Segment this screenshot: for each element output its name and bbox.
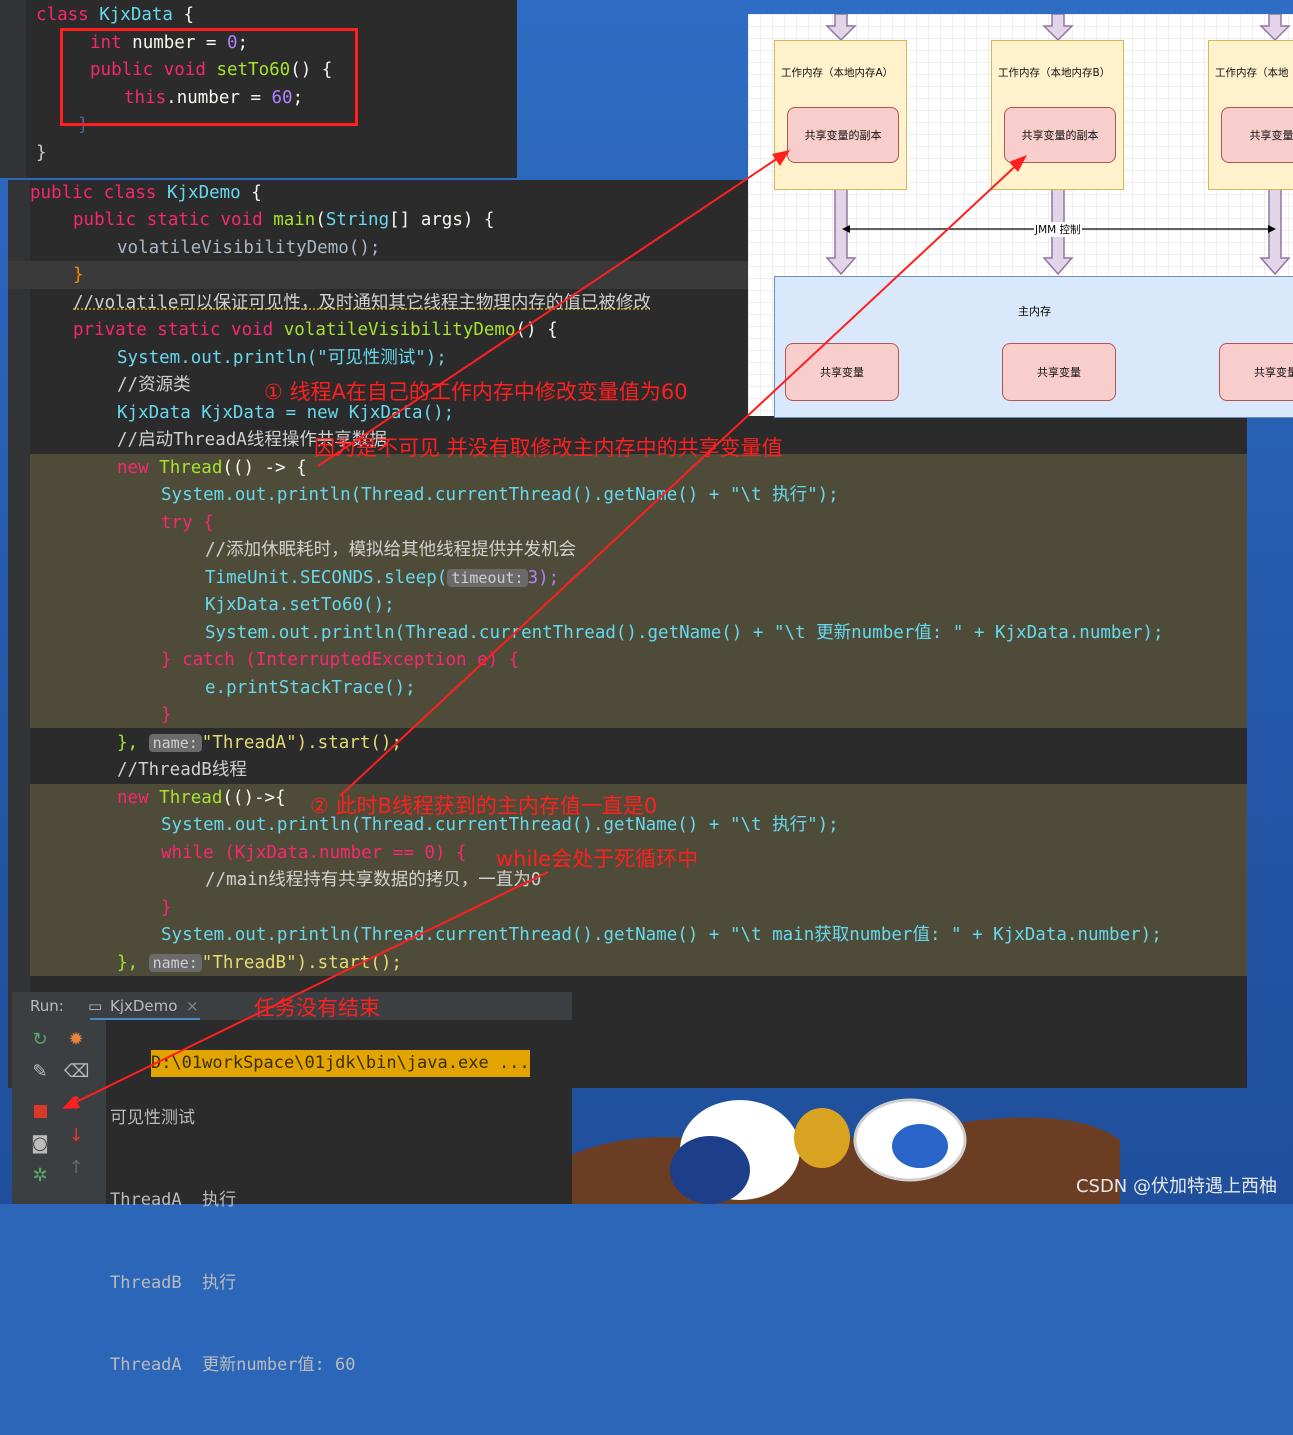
annotation-not-visible: 因为是不可见 并没有取修改主内存中的共享变量值 [314, 436, 783, 460]
console-line: ThreadB 执行 [110, 1272, 237, 1293]
annotation-thread-b-reads-zero: ② 此时B线程获到的主内存值一直是0 [310, 794, 658, 818]
annotation-arrows [62, 150, 1027, 1109]
annotation-infinite-loop: while会处于死循环中 [496, 847, 699, 871]
annotation-task-not-ended: 任务没有结束 [254, 996, 380, 1020]
csdn-watermark: CSDN @伏加特遇上西柚 [1075, 1176, 1277, 1197]
annotation-thread-a-modify: ① 线程A在自己的工作内存中修改变量值为60 [264, 380, 688, 404]
console-line: ThreadA 更新number值: 60 [110, 1355, 356, 1375]
